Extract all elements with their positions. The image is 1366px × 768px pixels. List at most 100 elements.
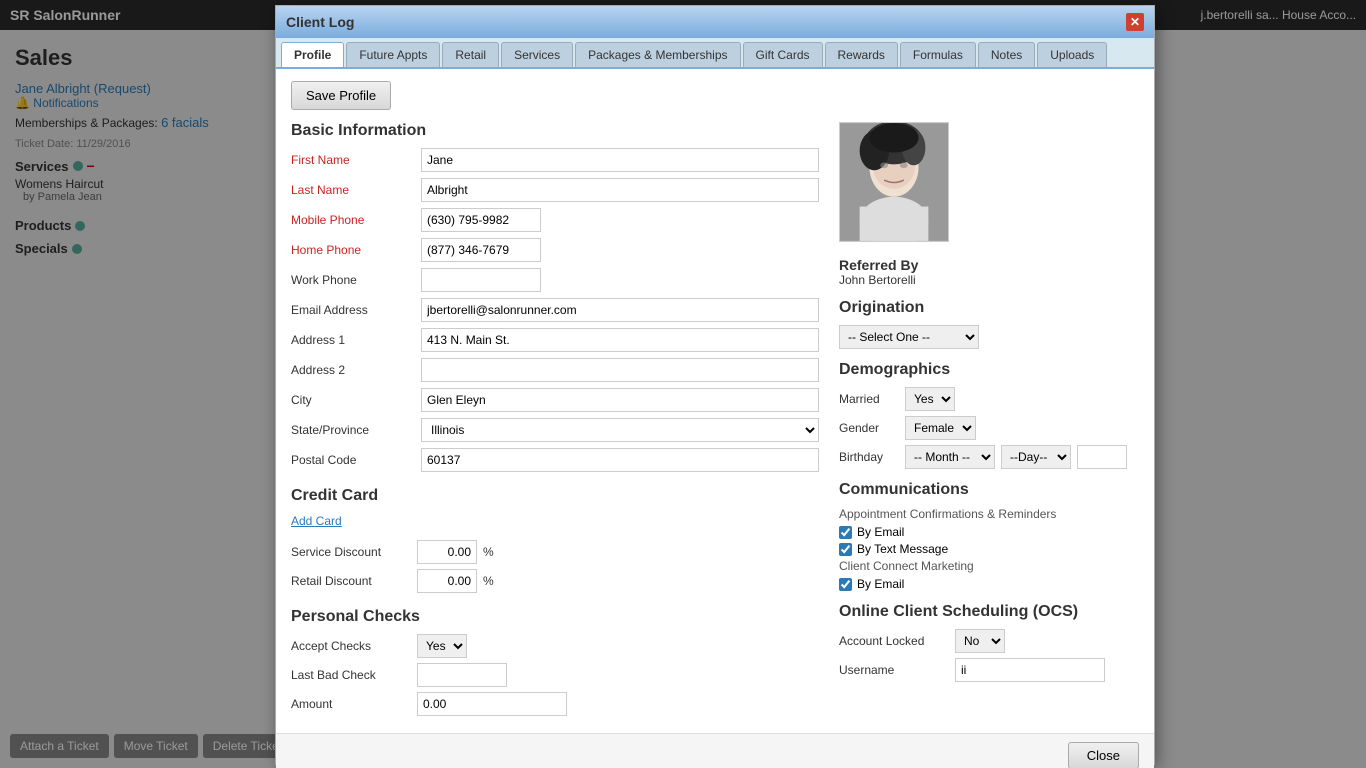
account-locked-select[interactable]: No Yes xyxy=(955,629,1005,653)
home-phone-input[interactable] xyxy=(421,238,541,262)
last-bad-check-row: Last Bad Check xyxy=(291,663,819,687)
first-name-input[interactable] xyxy=(421,148,819,172)
birthday-year-input[interactable] xyxy=(1077,445,1127,469)
email-row: Email Address xyxy=(291,298,819,322)
by-text-checkbox[interactable] xyxy=(839,543,852,556)
modal-footer: Close xyxy=(276,733,1154,768)
modal-tabs: Profile Future Appts Retail Services Pac… xyxy=(276,38,1154,69)
tab-packages-memberships[interactable]: Packages & Memberships xyxy=(575,42,740,67)
service-discount-input[interactable] xyxy=(417,540,477,564)
client-photo xyxy=(839,122,949,242)
accept-checks-row: Accept Checks Yes No xyxy=(291,634,819,658)
service-discount-row: Service Discount % xyxy=(291,540,819,564)
postal-label: Postal Code xyxy=(291,453,421,467)
checks-title: Personal Checks xyxy=(291,608,819,626)
profile-columns: Basic Information First Name Last Name M… xyxy=(291,122,1139,721)
account-locked-row: Account Locked No Yes xyxy=(839,629,1139,653)
personal-checks-section: Personal Checks Accept Checks Yes No Las… xyxy=(291,608,819,716)
modal-title: Client Log xyxy=(286,14,354,30)
married-select[interactable]: Yes No xyxy=(905,387,955,411)
amount-label: Amount xyxy=(291,697,411,711)
email-input[interactable] xyxy=(421,298,819,322)
city-input[interactable] xyxy=(421,388,819,412)
credit-card-title: Credit Card xyxy=(291,487,819,505)
first-name-label: First Name xyxy=(291,153,421,167)
birthday-month-select[interactable]: -- Month -- xyxy=(905,445,995,469)
address1-label: Address 1 xyxy=(291,333,421,347)
mobile-phone-label: Mobile Phone xyxy=(291,213,421,227)
origination-select[interactable]: -- Select One -- xyxy=(839,325,979,349)
demographics-title: Demographics xyxy=(839,361,1139,379)
tab-rewards[interactable]: Rewards xyxy=(825,42,898,67)
gender-row: Gender Female Male xyxy=(839,416,1139,440)
referred-by-name: John Bertorelli xyxy=(839,273,1139,287)
mobile-phone-row: Mobile Phone xyxy=(291,208,819,232)
profile-left: Basic Information First Name Last Name M… xyxy=(291,122,819,721)
by-email-checkbox[interactable] xyxy=(839,526,852,539)
account-locked-label: Account Locked xyxy=(839,634,949,648)
by-email-row: By Email xyxy=(839,525,1139,539)
origination-title: Origination xyxy=(839,299,1139,317)
marketing-label: Client Connect Marketing xyxy=(839,559,1139,573)
username-label: Username xyxy=(839,663,949,677)
save-profile-button[interactable]: Save Profile xyxy=(291,81,391,110)
postal-input[interactable] xyxy=(421,448,819,472)
state-label: State/Province xyxy=(291,423,421,437)
address1-input[interactable] xyxy=(421,328,819,352)
gender-select[interactable]: Female Male xyxy=(905,416,976,440)
credit-card-section: Credit Card Add Card xyxy=(291,487,819,528)
retail-discount-label: Retail Discount xyxy=(291,574,411,588)
tab-profile[interactable]: Profile xyxy=(281,42,344,67)
communications-title: Communications xyxy=(839,481,1139,499)
tab-retail[interactable]: Retail xyxy=(442,42,499,67)
tab-notes[interactable]: Notes xyxy=(978,42,1035,67)
first-name-row: First Name xyxy=(291,148,819,172)
birthday-day-select[interactable]: --Day-- xyxy=(1001,445,1071,469)
client-log-modal: Client Log ✕ Profile Future Appts Retail… xyxy=(275,5,1155,765)
demographics-section: Demographics Married Yes No Gender Femal… xyxy=(839,361,1139,469)
tab-formulas[interactable]: Formulas xyxy=(900,42,976,67)
profile-right: Referred By John Bertorelli Origination … xyxy=(839,122,1139,721)
home-phone-label: Home Phone xyxy=(291,243,421,257)
by-text-row: By Text Message xyxy=(839,542,1139,556)
tab-gift-cards[interactable]: Gift Cards xyxy=(743,42,823,67)
by-text-label: By Text Message xyxy=(857,542,948,556)
tab-services[interactable]: Services xyxy=(501,42,573,67)
retail-discount-row: Retail Discount % xyxy=(291,569,819,593)
accept-checks-label: Accept Checks xyxy=(291,639,411,653)
birthday-row: Birthday -- Month -- --Day-- xyxy=(839,445,1139,469)
married-label: Married xyxy=(839,392,899,406)
service-discount-pct: % xyxy=(483,545,494,559)
origination-section: Origination -- Select One -- xyxy=(839,299,1139,349)
work-phone-row: Work Phone xyxy=(291,268,819,292)
last-name-input[interactable] xyxy=(421,178,819,202)
amount-input[interactable] xyxy=(417,692,567,716)
username-input[interactable] xyxy=(955,658,1105,682)
address2-input[interactable] xyxy=(421,358,819,382)
work-phone-label: Work Phone xyxy=(291,273,421,287)
marketing-email-checkbox[interactable] xyxy=(839,578,852,591)
service-discount-label: Service Discount xyxy=(291,545,411,559)
last-name-row: Last Name xyxy=(291,178,819,202)
city-row: City xyxy=(291,388,819,412)
appt-confirmations-label: Appointment Confirmations & Reminders xyxy=(839,507,1139,521)
marketing-email-row: By Email xyxy=(839,577,1139,591)
tab-future-appts[interactable]: Future Appts xyxy=(346,42,440,67)
ocs-section: Online Client Scheduling (OCS) Account L… xyxy=(839,603,1139,682)
referred-by-section: Referred By John Bertorelli xyxy=(839,257,1139,287)
tab-uploads[interactable]: Uploads xyxy=(1037,42,1107,67)
state-select[interactable]: Illinois xyxy=(421,418,819,442)
address2-label: Address 2 xyxy=(291,363,421,377)
accept-checks-select[interactable]: Yes No xyxy=(417,634,467,658)
modal-close-x-button[interactable]: ✕ xyxy=(1126,13,1144,31)
mobile-phone-input[interactable] xyxy=(421,208,541,232)
married-row: Married Yes No xyxy=(839,387,1139,411)
birthday-label: Birthday xyxy=(839,450,899,464)
add-card-link[interactable]: Add Card xyxy=(291,514,342,528)
last-bad-check-input[interactable] xyxy=(417,663,507,687)
retail-discount-input[interactable] xyxy=(417,569,477,593)
address1-row: Address 1 xyxy=(291,328,819,352)
close-button[interactable]: Close xyxy=(1068,742,1139,768)
referred-by-title: Referred By xyxy=(839,257,1139,273)
work-phone-input[interactable] xyxy=(421,268,541,292)
